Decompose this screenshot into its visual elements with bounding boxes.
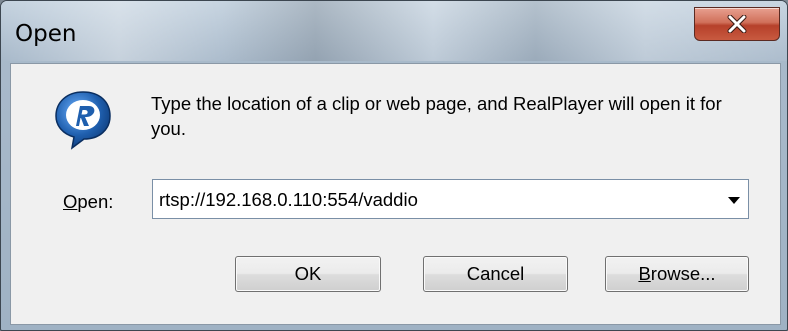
ok-button[interactable]: OK: [235, 256, 381, 292]
close-icon: [727, 15, 747, 33]
open-dialog: Open Type the location of a clip or web …: [0, 0, 788, 331]
dialog-content: Type the location of a clip or web page,…: [10, 63, 781, 325]
close-button[interactable]: [694, 7, 780, 41]
location-combobox[interactable]: rtsp://192.168.0.110:554/vaddio: [152, 179, 749, 219]
browse-accelerator: B: [638, 263, 651, 284]
instruction-text: Type the location of a clip or web page,…: [151, 93, 722, 139]
browse-button[interactable]: Browse...: [605, 256, 749, 292]
window-title: Open: [15, 21, 77, 47]
cancel-button[interactable]: Cancel: [423, 256, 568, 292]
open-label-text: pen:: [77, 191, 114, 212]
realplayer-logo-icon: [55, 91, 111, 150]
open-label-accelerator: O: [63, 191, 78, 212]
open-label: Open:: [63, 191, 113, 213]
chevron-down-icon[interactable]: [728, 197, 740, 204]
location-input[interactable]: rtsp://192.168.0.110:554/vaddio: [159, 189, 418, 211]
title-bar[interactable]: Open: [1, 1, 787, 61]
browse-label: rowse...: [650, 263, 716, 284]
